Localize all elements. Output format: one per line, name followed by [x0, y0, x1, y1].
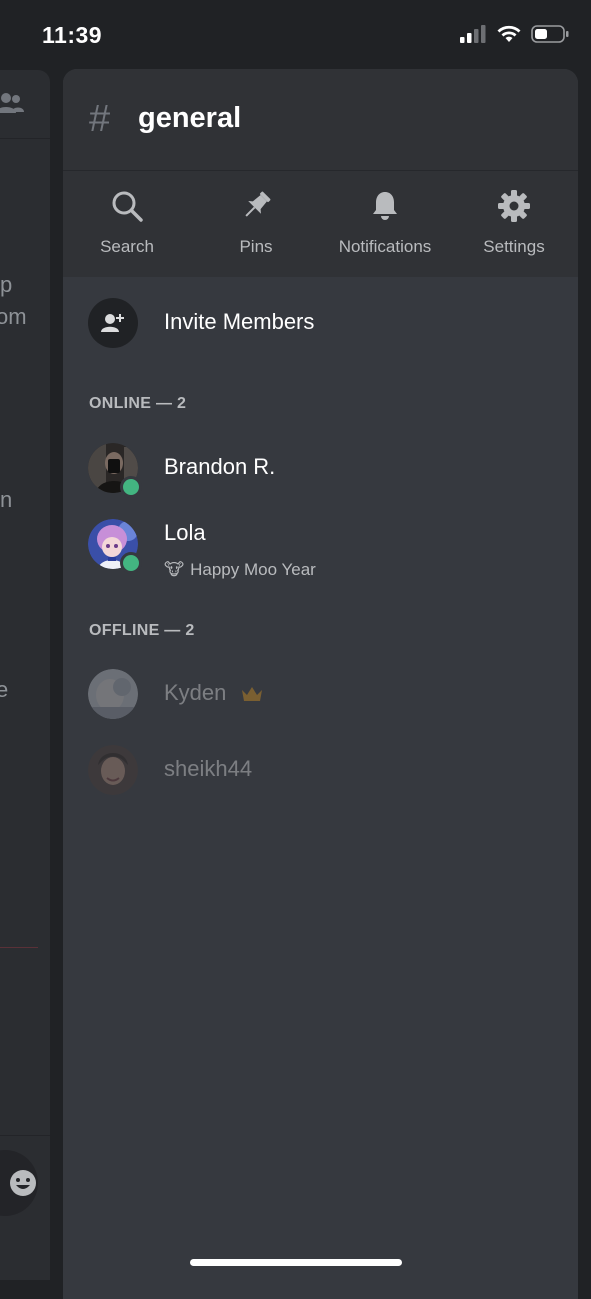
members-icon[interactable]	[0, 92, 24, 114]
invite-members-row[interactable]: Invite Members	[63, 295, 578, 351]
channel-header: # general	[63, 69, 578, 171]
member-name: Brandon R.	[164, 454, 276, 479]
background-chat-text: e	[0, 677, 9, 702]
clock: 11:39	[42, 22, 103, 48]
channel-toolbar: Search Pins Notifications Settings	[63, 171, 578, 277]
pins-button[interactable]: Pins	[192, 171, 320, 277]
battery-icon	[531, 25, 569, 43]
background-chat-header	[0, 70, 50, 139]
avatar-image	[88, 745, 138, 795]
background-chat-text: om	[0, 304, 27, 329]
member-name: Kyden	[164, 680, 227, 705]
custom-status-text: Happy Moo Year	[190, 560, 316, 579]
settings-label: Settings	[483, 237, 545, 256]
search-label: Search	[100, 237, 154, 256]
avatar	[88, 669, 138, 719]
channel-name: general	[138, 102, 242, 134]
new-messages-divider	[0, 947, 38, 948]
cellular-signal-icon	[460, 25, 486, 43]
search-button[interactable]: Search	[63, 171, 191, 277]
settings-button[interactable]: Settings	[450, 171, 578, 277]
invite-avatar	[88, 298, 138, 348]
custom-status: 🐮 Happy Moo Year	[164, 560, 316, 580]
background-chat-text: p	[0, 272, 13, 297]
home-indicator[interactable]	[190, 1259, 402, 1266]
avatar	[88, 443, 142, 498]
channel-details-panel: # general Search Pins Notifications Sett…	[63, 69, 578, 1299]
bell-icon	[373, 192, 397, 220]
search-icon	[112, 191, 143, 222]
online-section-header: ONLINE — 2	[89, 395, 187, 412]
member-name-row: Kyden	[164, 680, 263, 706]
member-row-sheikh44[interactable]: sheikh44	[63, 742, 578, 798]
member-row-kyden[interactable]: Kyden	[63, 666, 578, 722]
gear-icon	[498, 190, 530, 222]
member-name: sheikh44	[164, 756, 253, 781]
server-owner-crown-icon	[241, 687, 262, 702]
pin-icon	[245, 191, 271, 217]
background-chat-panel[interactable]: p om n e	[0, 70, 50, 1280]
add-user-icon	[101, 314, 124, 332]
invite-members-label: Invite Members	[164, 309, 315, 334]
wifi-icon	[497, 25, 521, 42]
avatar-image	[88, 669, 138, 719]
hashtag-icon: #	[89, 98, 111, 140]
member-name: Lola	[164, 520, 206, 545]
offline-section-header: OFFLINE — 2	[89, 622, 195, 639]
background-chat-text: n	[0, 487, 13, 512]
emoji-icon	[10, 1170, 36, 1196]
online-status-indicator	[120, 552, 142, 574]
avatar	[88, 745, 138, 795]
status-icons	[460, 25, 569, 43]
pins-label: Pins	[239, 237, 273, 256]
online-status-indicator	[120, 476, 142, 498]
notifications-button[interactable]: Notifications	[321, 171, 449, 277]
member-row-brandon[interactable]: Brandon R.	[63, 440, 578, 498]
status-bar: 11:39	[0, 0, 591, 70]
member-row-lola[interactable]: Lola 🐮 Happy Moo Year	[63, 516, 578, 580]
avatar	[88, 519, 142, 574]
notifications-label: Notifications	[338, 237, 432, 256]
cow-emoji: 🐮	[164, 560, 185, 580]
